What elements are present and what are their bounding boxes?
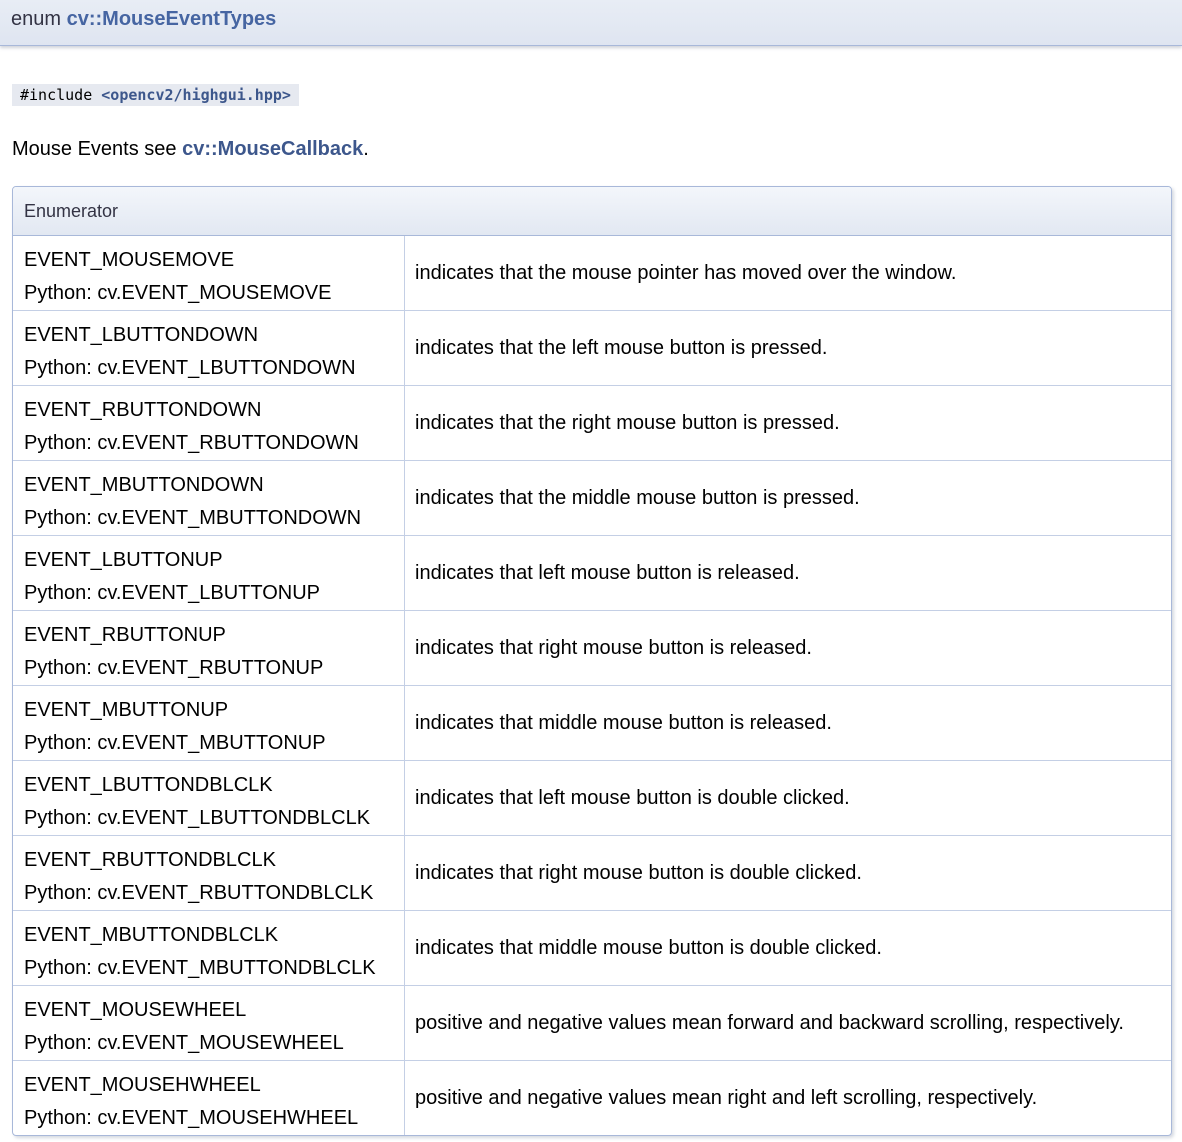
enumerator-description: indicates that the right mouse button is… (415, 411, 840, 434)
enumerator-name-cell: EVENT_MBUTTONDOWN Python: cv.EVENT_MBUTTO… (13, 461, 405, 535)
enumerator-table: Enumerator EVENT_MOUSEMOVE Python: cv.EVE… (12, 186, 1172, 1136)
enumerator-name-cell: EVENT_RBUTTONDBLCLK Python: cv.EVENT_RBUT… (13, 836, 405, 910)
enumerator-description: indicates that right mouse button is rel… (415, 636, 812, 659)
enumerator-name-cell: EVENT_RBUTTONDOWN Python: cv.EVENT_RBUTTO… (13, 386, 405, 460)
enumerator-description: indicates that the mouse pointer has mov… (415, 261, 957, 284)
table-header: Enumerator (13, 187, 1171, 236)
enumerator-python-name: Python: cv.EVENT_MBUTTONDBLCLK (24, 957, 376, 979)
enumerator-name: EVENT_MBUTTONUP (24, 699, 229, 721)
description-text: Mouse Events see (12, 138, 177, 160)
table-row: EVENT_MBUTTONDOWN Python: cv.EVENT_MBUTTO… (13, 461, 1171, 536)
enumerator-description: positive and negative values mean right … (415, 1086, 1038, 1109)
enumerator-name: EVENT_MOUSEWHEEL (24, 999, 247, 1021)
enumerator-description: indicates that the middle mouse button i… (415, 486, 860, 509)
description-period: . (363, 138, 369, 160)
table-row: EVENT_RBUTTONDOWN Python: cv.EVENT_RBUTTO… (13, 386, 1171, 461)
enumerator-name-cell: EVENT_LBUTTONDBLCLK Python: cv.EVENT_LBUT… (13, 761, 405, 835)
enumerator-name: EVENT_RBUTTONDBLCLK (24, 849, 276, 871)
enumerator-name-cell: EVENT_MBUTTONUP Python: cv.EVENT_MBUTTONU… (13, 686, 405, 760)
table-row: EVENT_MBUTTONDBLCLK Python: cv.EVENT_MBUT… (13, 911, 1171, 986)
enumerator-description: indicates that the left mouse button is … (415, 336, 828, 359)
enumerator-description: indicates that left mouse button is doub… (415, 786, 850, 809)
table-row: EVENT_RBUTTONDBLCLK Python: cv.EVENT_RBUT… (13, 836, 1171, 911)
enumerator-python-name: Python: cv.EVENT_RBUTTONUP (24, 657, 324, 679)
enumerator-name: EVENT_MOUSEHWHEEL (24, 1074, 261, 1096)
enumerator-name: EVENT_RBUTTONUP (24, 624, 226, 646)
mouse-callback-link[interactable]: cv::MouseCallback (182, 138, 363, 160)
enumerator-python-name: Python: cv.EVENT_MBUTTONUP (24, 732, 326, 754)
include-directive: #include (20, 86, 93, 104)
doc-page: enum cv::MouseEventTypes #include <openc… (0, 0, 1182, 1142)
enumerator-name-cell: EVENT_MBUTTONDBLCLK Python: cv.EVENT_MBUT… (13, 911, 405, 985)
table-body: EVENT_MOUSEMOVE Python: cv.EVENT_MOUSEMOV… (13, 236, 1171, 1135)
enumerator-name: EVENT_MBUTTONDOWN (24, 474, 264, 496)
enum-name-link[interactable]: cv::MouseEventTypes (67, 8, 277, 30)
enum-description: Mouse Events see cv::MouseCallback. (12, 136, 369, 162)
enumerator-python-name: Python: cv.EVENT_MBUTTONDOWN (24, 507, 362, 529)
enumerator-name-cell: EVENT_MOUSEMOVE Python: cv.EVENT_MOUSEMOV… (13, 236, 405, 310)
table-row: EVENT_LBUTTONDBLCLK Python: cv.EVENT_LBUT… (13, 761, 1171, 836)
enumerator-python-name: Python: cv.EVENT_RBUTTONDBLCLK (24, 882, 374, 904)
enumerator-description: indicates that middle mouse button is do… (415, 936, 882, 959)
enumerator-name-cell: EVENT_LBUTTONDOWN Python: cv.EVENT_LBUTTO… (13, 311, 405, 385)
enumerator-name-cell: EVENT_RBUTTONUP Python: cv.EVENT_RBUTTONU… (13, 611, 405, 685)
enumerator-description: indicates that right mouse button is dou… (415, 861, 862, 884)
enumerator-python-name: Python: cv.EVENT_MOUSEWHEEL (24, 1032, 344, 1054)
include-header-link[interactable]: <opencv2/highgui.hpp> (101, 86, 291, 104)
enumerator-name: EVENT_RBUTTONDOWN (24, 399, 262, 421)
include-line: #include <opencv2/highgui.hpp> (12, 84, 299, 106)
enumerator-description: indicates that left mouse button is rele… (415, 561, 800, 584)
table-row: EVENT_MOUSEWHEEL Python: cv.EVENT_MOUSEWH… (13, 986, 1171, 1061)
enumerator-description: indicates that middle mouse button is re… (415, 711, 832, 734)
table-row: EVENT_RBUTTONUP Python: cv.EVENT_RBUTTONU… (13, 611, 1171, 686)
table-row: EVENT_MOUSEHWHEEL Python: cv.EVENT_MOUSEH… (13, 1061, 1171, 1135)
enumerator-name-cell: EVENT_MOUSEWHEEL Python: cv.EVENT_MOUSEWH… (13, 986, 405, 1060)
enumerator-name: EVENT_MOUSEMOVE (24, 249, 235, 271)
enumerator-python-name: Python: cv.EVENT_LBUTTONDBLCLK (24, 807, 371, 829)
enumerator-description: positive and negative values mean forwar… (415, 1011, 1124, 1034)
enumerator-name: EVENT_LBUTTONDBLCLK (24, 774, 273, 796)
enum-keyword: enum (11, 8, 62, 30)
enumerator-python-name: Python: cv.EVENT_RBUTTONDOWN (24, 432, 359, 454)
table-row: EVENT_MOUSEMOVE Python: cv.EVENT_MOUSEMOV… (13, 236, 1171, 311)
enumerator-name-cell: EVENT_LBUTTONUP Python: cv.EVENT_LBUTTONU… (13, 536, 405, 610)
enumerator-python-name: Python: cv.EVENT_LBUTTONUP (24, 582, 321, 604)
enumerator-python-name: Python: cv.EVENT_MOUSEHWHEEL (24, 1107, 359, 1129)
table-row: EVENT_LBUTTONDOWN Python: cv.EVENT_LBUTTO… (13, 311, 1171, 386)
table-row: EVENT_MBUTTONUP Python: cv.EVENT_MBUTTONU… (13, 686, 1171, 761)
enumerator-python-name: Python: cv.EVENT_LBUTTONDOWN (24, 357, 356, 379)
table-row: EVENT_LBUTTONUP Python: cv.EVENT_LBUTTONU… (13, 536, 1171, 611)
enumerator-name-cell: EVENT_MOUSEHWHEEL Python: cv.EVENT_MOUSEH… (13, 1061, 405, 1135)
enum-title-bar: enum cv::MouseEventTypes (0, 0, 1182, 46)
enumerator-name: EVENT_LBUTTONUP (24, 549, 223, 571)
enumerator-name: EVENT_LBUTTONDOWN (24, 324, 259, 346)
enumerator-python-name: Python: cv.EVENT_MOUSEMOVE (24, 282, 332, 304)
enumerator-name: EVENT_MBUTTONDBLCLK (24, 924, 279, 946)
